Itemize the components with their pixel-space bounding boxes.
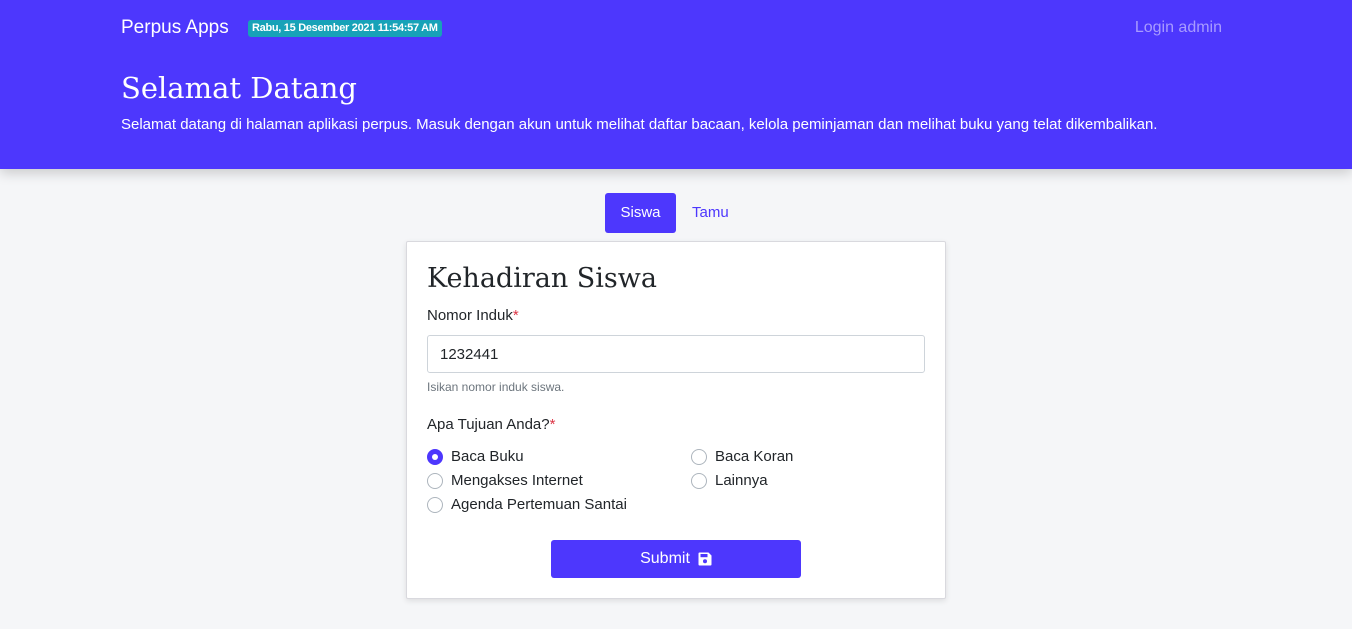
radio-unchecked-icon[interactable] <box>427 497 443 513</box>
radio-unchecked-icon[interactable] <box>691 449 707 465</box>
tab-siswa[interactable]: Siswa <box>605 193 676 233</box>
navbar-brand[interactable]: Perpus Apps <box>121 16 229 40</box>
nomor-induk-input[interactable] <box>427 335 925 373</box>
hero-header: Perpus Apps Rabu, 15 Desember 2021 11:54… <box>0 0 1352 169</box>
required-mark: * <box>512 307 519 324</box>
radio-label: Baca Buku <box>451 448 524 465</box>
radio-label: Mengakses Internet <box>451 472 583 489</box>
radio-mengakses-internet[interactable]: Mengakses Internet <box>427 471 583 491</box>
nomor-induk-label-text: Nomor Induk <box>427 307 513 324</box>
nomor-induk-label: Nomor Induk* <box>427 306 519 326</box>
submit-button-label: Submit <box>640 550 690 567</box>
floppy-disk-icon <box>698 552 712 566</box>
radio-baca-buku[interactable]: Baca Buku <box>427 447 524 467</box>
submit-button[interactable]: Submit <box>551 540 801 578</box>
radio-label: Agenda Pertemuan Santai <box>451 496 627 513</box>
tab-tamu[interactable]: Tamu <box>676 193 745 233</box>
radio-unchecked-icon[interactable] <box>427 473 443 489</box>
required-mark: * <box>549 416 556 433</box>
login-admin-link[interactable]: Login admin <box>1135 17 1222 39</box>
radio-agenda-pertemuan-santai[interactable]: Agenda Pertemuan Santai <box>427 495 627 515</box>
radio-unchecked-icon[interactable] <box>691 473 707 489</box>
nomor-induk-help: Isikan nomor induk siswa. <box>427 380 565 394</box>
radio-baca-koran[interactable]: Baca Koran <box>691 447 793 467</box>
radio-label: Lainnya <box>715 472 768 489</box>
radio-lainnya[interactable]: Lainnya <box>691 471 768 491</box>
attendance-form-card: Kehadiran Siswa Nomor Induk* Isikan nomo… <box>406 241 946 599</box>
form-title: Kehadiran Siswa <box>427 263 658 294</box>
hero-title: Selamat Datang <box>121 71 357 105</box>
attendance-tabs: Siswa Tamu <box>605 193 745 233</box>
hero-description: Selamat datang di halaman aplikasi perpu… <box>121 116 1158 133</box>
tujuan-label-text: Apa Tujuan Anda? <box>427 416 550 433</box>
radio-checked-icon[interactable] <box>427 449 443 465</box>
radio-label: Baca Koran <box>715 448 794 465</box>
tujuan-label: Apa Tujuan Anda?* <box>427 415 555 435</box>
datetime-badge: Rabu, 15 Desember 2021 11:54:57 AM <box>248 20 442 37</box>
